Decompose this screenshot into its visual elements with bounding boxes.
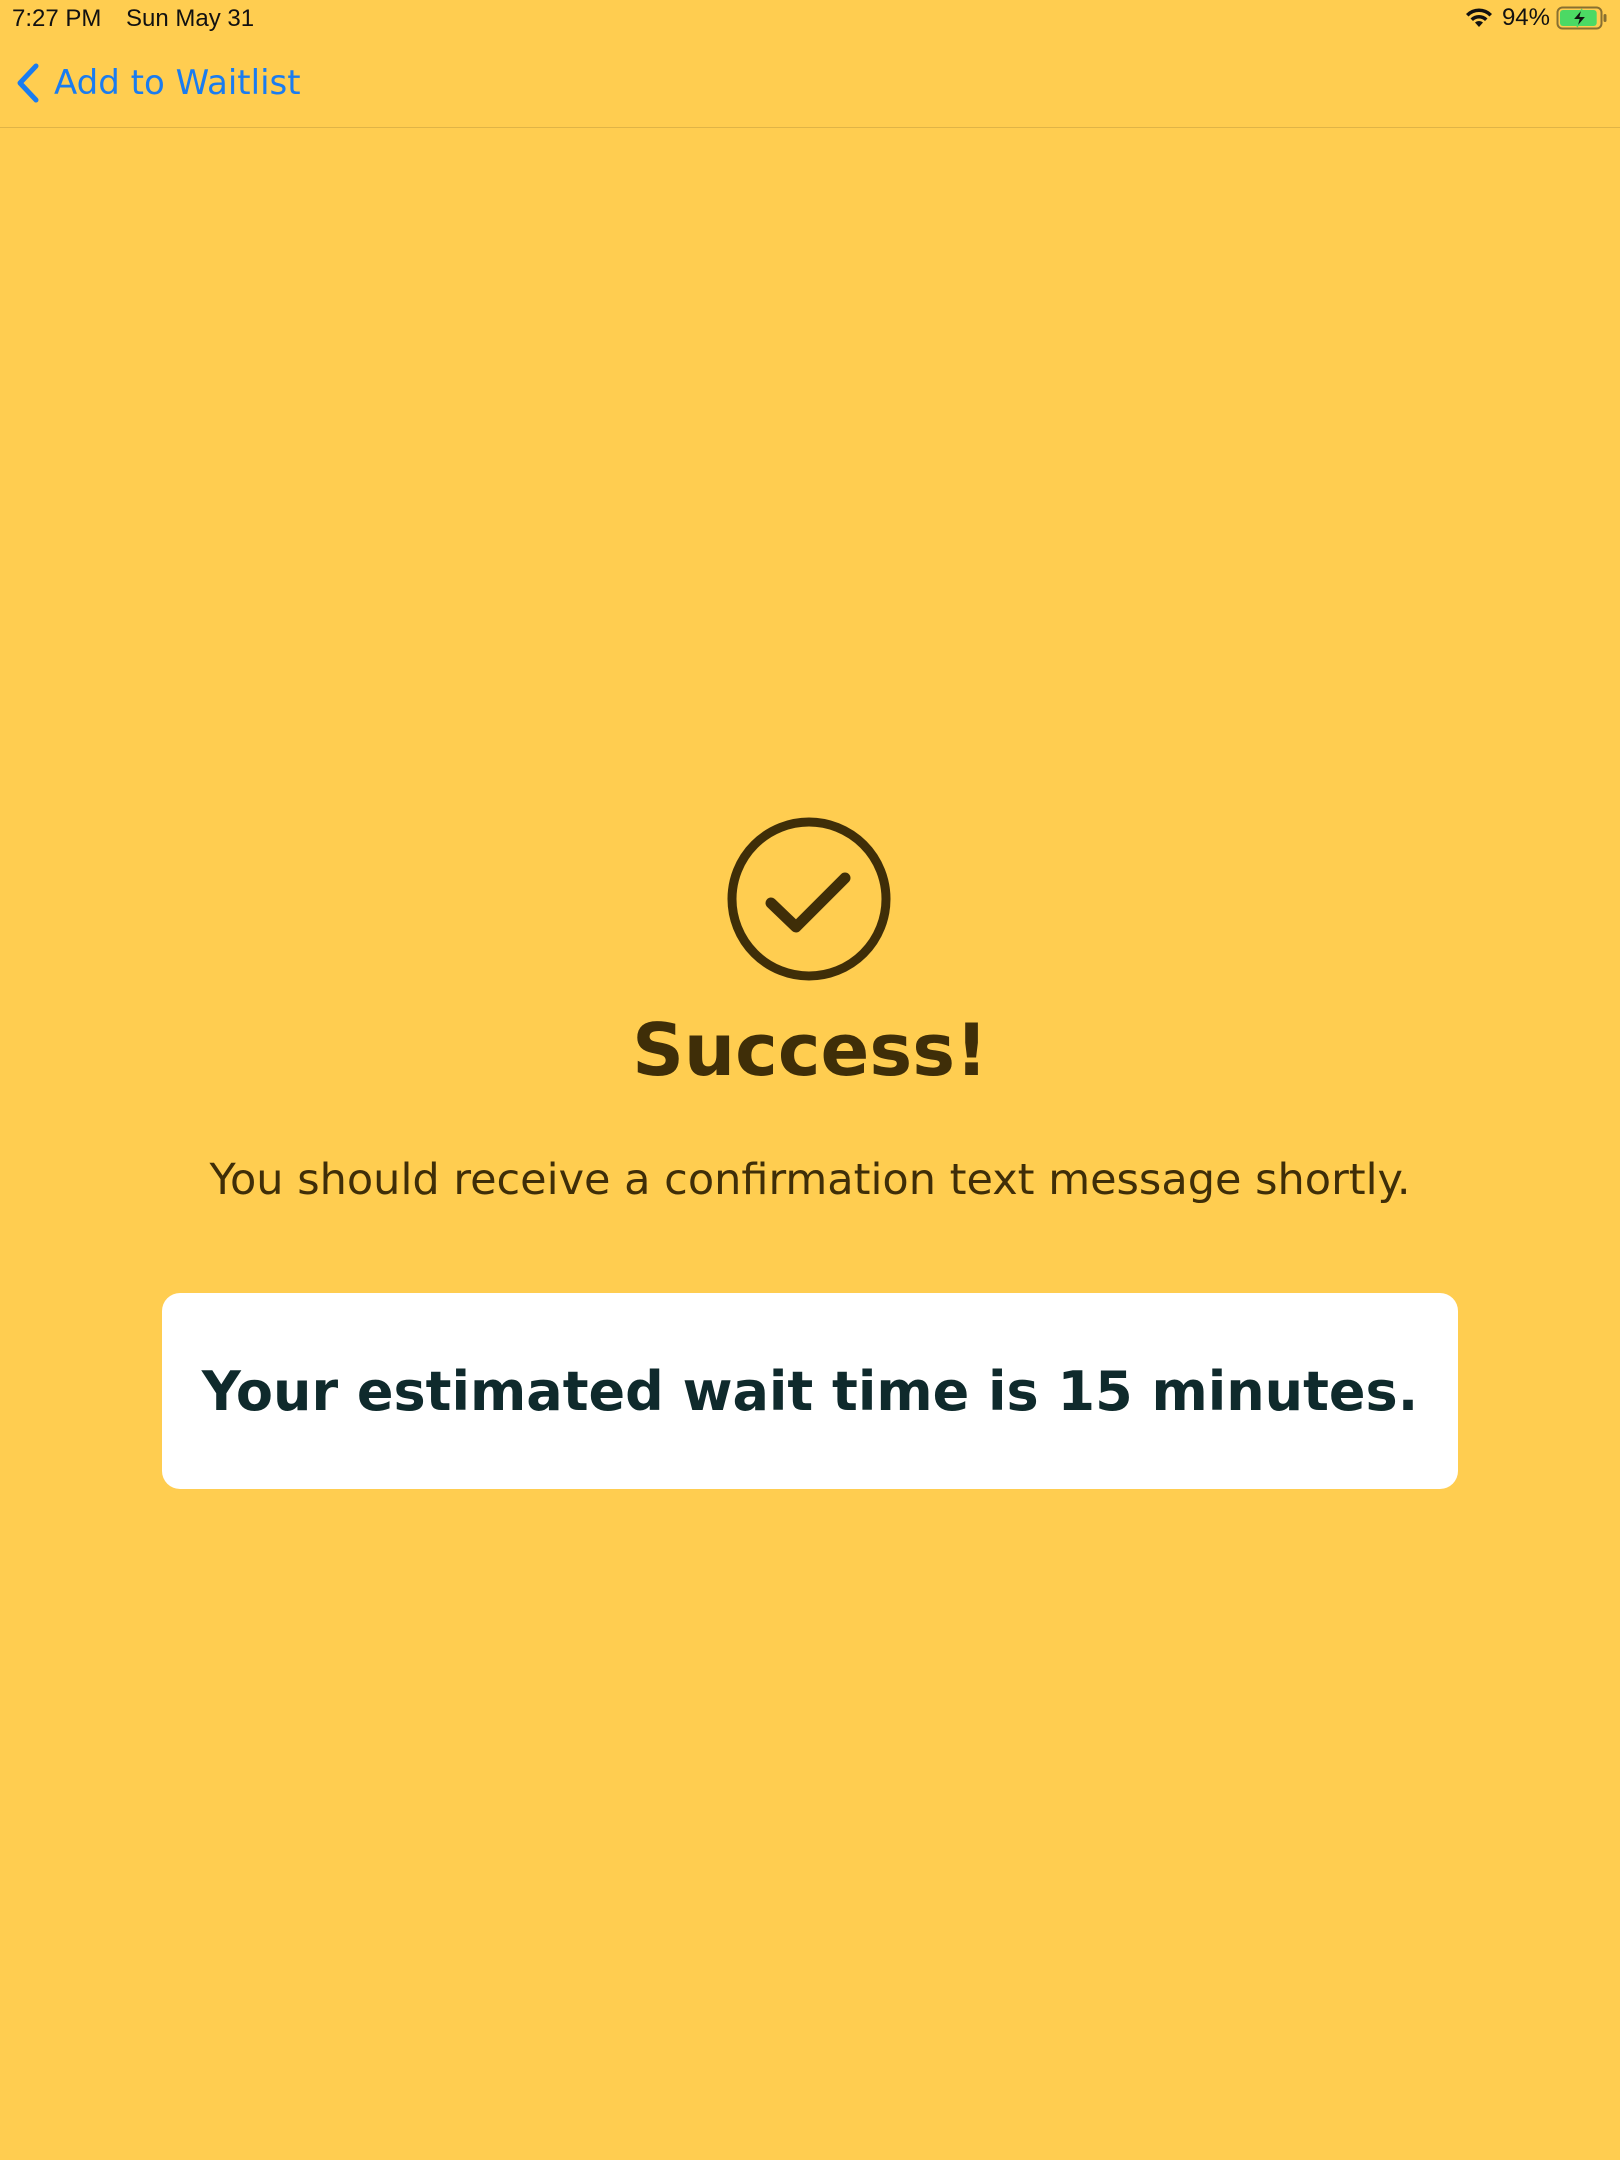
status-time: 7:27 PM <box>12 5 102 32</box>
battery-percentage: 94% <box>1501 4 1550 31</box>
screen: 7:27 PM Sun May 31 94% Add to Waitlist S… <box>0 0 1620 2160</box>
wait-time-text: Your estimated wait time is 15 minutes. <box>201 1359 1419 1423</box>
success-title: Success! <box>632 1008 988 1092</box>
wifi-icon <box>1465 8 1492 27</box>
checkmark-circle-icon <box>727 817 891 981</box>
chevron-left-icon <box>17 63 39 103</box>
status-bar: 7:27 PM Sun May 31 94% <box>0 0 1620 40</box>
wait-time-card: Your estimated wait time is 15 minutes. <box>162 1293 1458 1489</box>
back-button[interactable]: Add to Waitlist <box>14 62 301 104</box>
status-indicators: 94% <box>1464 4 1608 32</box>
back-button-label: Add to Waitlist <box>54 63 301 103</box>
battery-charging-icon <box>1556 6 1607 30</box>
status-date: Sun May 31 <box>126 5 255 32</box>
confirmation-message: You should receive a confirmation text m… <box>209 1155 1411 1205</box>
navigation-bar: Add to Waitlist <box>0 40 1620 128</box>
